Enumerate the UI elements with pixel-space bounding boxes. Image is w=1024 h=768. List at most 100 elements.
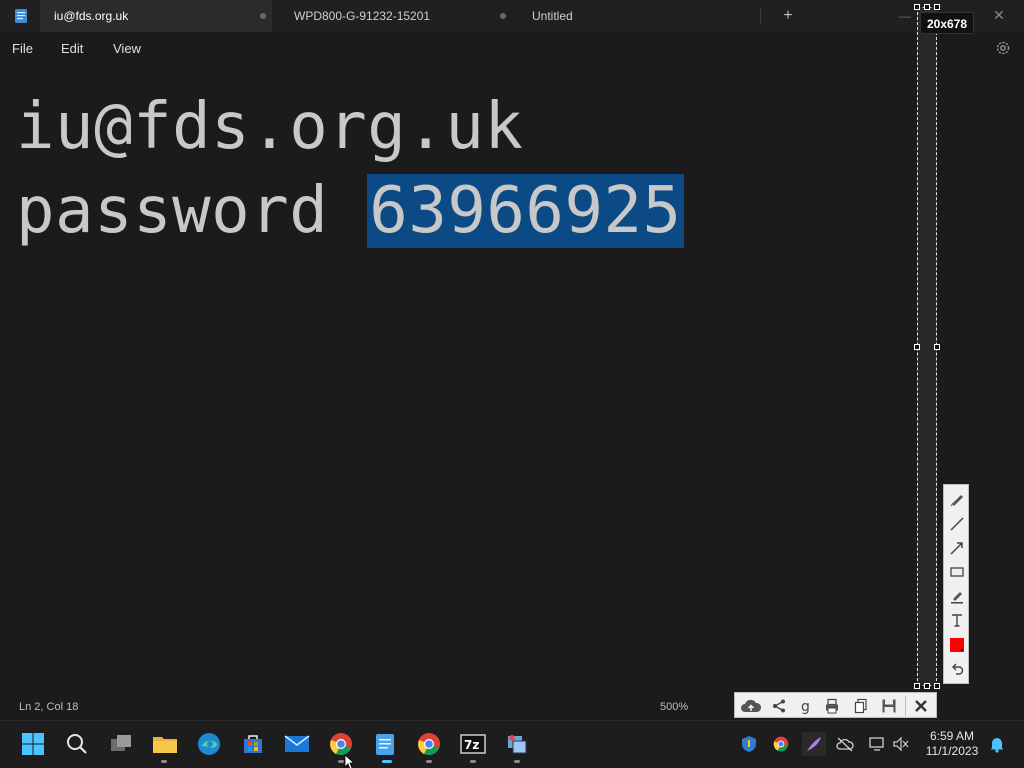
- save-button[interactable]: [880, 697, 898, 715]
- task-view-button[interactable]: [108, 731, 134, 757]
- selection-size-badge: 20x678: [920, 12, 974, 34]
- feather-icon: [807, 737, 821, 751]
- start-icon: [22, 733, 44, 755]
- resize-handle[interactable]: [924, 4, 930, 10]
- notifications-button[interactable]: [988, 735, 1006, 753]
- notepad-icon: [376, 734, 394, 755]
- tab-label: WPD800-G-91232-15201: [294, 9, 431, 23]
- notepad-app-icon: [15, 9, 27, 23]
- editor-line-2: password 63966925: [16, 174, 684, 248]
- tab-iu-fds[interactable]: iu@fds.org.uk: [40, 0, 272, 32]
- arrow-tool-button[interactable]: [948, 539, 966, 557]
- annotation-toolbar: [943, 484, 969, 684]
- cloud-upload-icon: [741, 699, 762, 712]
- taskbar-mail[interactable]: [284, 731, 310, 757]
- resize-handle[interactable]: [914, 344, 920, 350]
- close-capture-button[interactable]: [912, 697, 930, 715]
- taskbar-edge[interactable]: [196, 731, 222, 757]
- google-search-button[interactable]: g: [797, 697, 815, 715]
- text-icon: [952, 614, 962, 627]
- svg-text:g: g: [801, 699, 810, 714]
- taskbar-file-explorer[interactable]: [152, 731, 178, 757]
- color-picker-button[interactable]: [948, 636, 966, 654]
- resize-handle[interactable]: [934, 344, 940, 350]
- tray-cloud[interactable]: [836, 735, 854, 753]
- taskbar: 7z 6:59 AM 11/1/2023: [0, 720, 1024, 768]
- system-clock[interactable]: 6:59 AM 11/1/2023: [922, 729, 982, 759]
- resize-handle[interactable]: [914, 683, 920, 689]
- share-button[interactable]: [770, 697, 788, 715]
- resize-handle[interactable]: [914, 4, 920, 10]
- taskbar-7zip[interactable]: 7z: [460, 731, 486, 757]
- minimize-button[interactable]: —: [899, 6, 915, 26]
- text-editor[interactable]: iu@fds.org.uk password 63966925: [0, 66, 1024, 690]
- file-explorer-icon: [153, 737, 177, 753]
- arrow-icon: [950, 542, 963, 555]
- settings-gear-icon[interactable]: [994, 39, 1012, 57]
- color-swatch-icon: [950, 638, 964, 652]
- resize-handle[interactable]: [924, 683, 930, 689]
- print-icon: [826, 698, 838, 714]
- tray-volume[interactable]: [892, 735, 910, 753]
- pen-tool-button[interactable]: [948, 490, 966, 508]
- running-indicator: [470, 760, 476, 763]
- running-indicator: [514, 760, 520, 763]
- active-indicator: [382, 760, 392, 763]
- cursor-position: Ln 2, Col 18: [19, 701, 79, 713]
- 7zip-icon: 7z: [460, 734, 486, 754]
- tray-network[interactable]: [868, 735, 886, 753]
- zoom-level[interactable]: 500%: [660, 701, 688, 713]
- shield-icon: [742, 736, 756, 752]
- google-search-icon: g: [801, 699, 810, 714]
- mouse-cursor-icon: [344, 754, 356, 768]
- tab-label: Untitled: [532, 9, 573, 23]
- capture-action-toolbar: g: [734, 692, 937, 718]
- menu-edit[interactable]: Edit: [61, 41, 83, 56]
- tray-chrome[interactable]: [772, 735, 790, 753]
- plus-icon: +: [783, 7, 793, 24]
- resize-handle[interactable]: [934, 4, 940, 10]
- line-text: password: [16, 174, 368, 248]
- tab-separator: [760, 9, 761, 23]
- taskbar-search-button[interactable]: [64, 731, 90, 757]
- line-tool-button[interactable]: [948, 515, 966, 533]
- upload-button[interactable]: [740, 697, 762, 715]
- taskbar-app[interactable]: [504, 731, 530, 757]
- close-icon: [915, 700, 927, 712]
- bell-icon: [990, 738, 1004, 753]
- unsaved-dot-icon[interactable]: [500, 13, 506, 19]
- minimize-icon: —: [899, 9, 911, 23]
- print-button[interactable]: [823, 697, 841, 715]
- text-tool-button[interactable]: [948, 611, 966, 629]
- marker-icon: [951, 592, 963, 604]
- start-button[interactable]: [20, 731, 46, 757]
- menu-file[interactable]: File: [12, 41, 33, 56]
- store-icon: [244, 735, 262, 753]
- resize-handle[interactable]: [934, 683, 940, 689]
- tab-untitled[interactable]: Untitled: [520, 0, 760, 32]
- tab-wpd800[interactable]: WPD800-G-91232-15201: [280, 0, 512, 32]
- cloud-offline-icon: [836, 737, 854, 752]
- taskbar-store[interactable]: [240, 731, 266, 757]
- close-window-button[interactable]: ✕: [990, 5, 1008, 25]
- tray-defender[interactable]: [740, 735, 758, 753]
- undo-button[interactable]: [948, 661, 966, 679]
- tray-feather[interactable]: [802, 732, 826, 756]
- rectangle-tool-button[interactable]: [948, 563, 966, 581]
- marker-tool-button[interactable]: [948, 587, 966, 605]
- save-icon: [882, 699, 896, 713]
- taskbar-chrome-2[interactable]: [416, 731, 442, 757]
- share-icon: [773, 699, 785, 713]
- line-icon: [950, 517, 964, 531]
- menu-view[interactable]: View: [113, 41, 141, 56]
- running-indicator: [426, 760, 432, 763]
- mail-icon: [284, 735, 310, 752]
- copy-button[interactable]: [852, 697, 870, 715]
- editor-line-1: iu@fds.org.uk: [16, 90, 524, 164]
- taskbar-notepad[interactable]: [372, 731, 398, 757]
- clock-date: 11/1/2023: [925, 744, 979, 758]
- selected-text: 63966925: [367, 174, 684, 248]
- new-tab-button[interactable]: +: [778, 6, 798, 26]
- tab-label: iu@fds.org.uk: [54, 9, 129, 23]
- unsaved-dot-icon[interactable]: [260, 13, 266, 19]
